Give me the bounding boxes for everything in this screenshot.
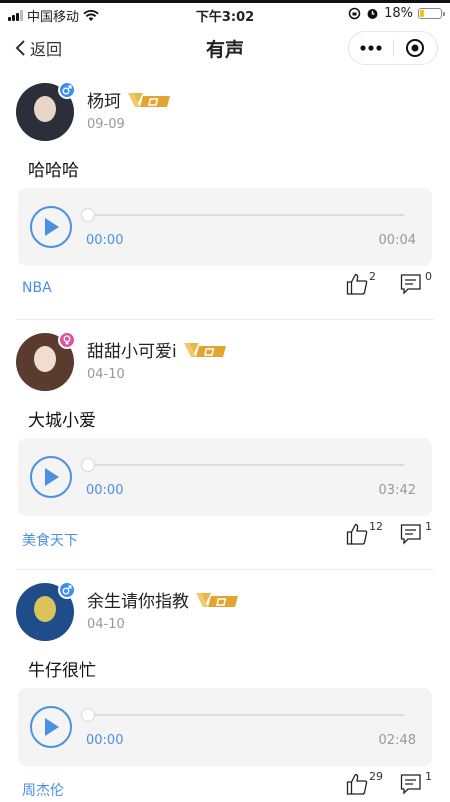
post-text: 牛仔很忙 (28, 661, 96, 681)
comment-button[interactable]: 1 (400, 770, 438, 801)
battery-percent: 18% (384, 6, 413, 21)
avatar-container[interactable] (16, 81, 76, 141)
alarm-icon (367, 9, 378, 19)
thumbs-up-icon (346, 773, 368, 795)
current-time: 00:00 (86, 733, 124, 748)
more-button[interactable] (349, 32, 393, 64)
post-date: 09-09 (87, 117, 125, 132)
username-row: 甜甜小可爱i (87, 337, 227, 362)
play-button[interactable] (30, 456, 72, 498)
play-icon (45, 218, 59, 236)
topic-tag[interactable]: NBA (22, 280, 52, 296)
like-count: 29 (369, 770, 383, 783)
audio-player: 00:00 03:42 (18, 438, 432, 516)
comment-icon (400, 774, 421, 795)
status-right: 18% (348, 6, 445, 21)
comment-count: 1 (425, 770, 432, 783)
progress-knob[interactable] (81, 708, 95, 722)
like-count: 2 (369, 270, 376, 283)
username[interactable]: 余生请你指教 (87, 587, 189, 612)
play-button[interactable] (30, 706, 72, 748)
vip-badge-icon (183, 342, 226, 357)
username-row: 杨珂 (87, 87, 171, 112)
post-item: 甜甜小可爱i 04-10 大城小爱 00:00 03:42 美食天下 12 1 (0, 320, 450, 570)
post-date: 04-10 (87, 617, 125, 632)
username-row: 余生请你指教 (87, 587, 239, 612)
duration: 02:48 (378, 733, 416, 748)
vip-badge-icon (196, 592, 238, 607)
post-date: 04-10 (87, 367, 125, 382)
play-icon (45, 468, 59, 486)
progress-knob[interactable] (81, 458, 95, 472)
current-time: 00:00 (86, 483, 124, 498)
progress-knob[interactable] (81, 208, 95, 222)
thumbs-up-icon (346, 273, 368, 295)
rotation-lock-icon (348, 7, 361, 20)
post-text: 大城小爱 (28, 411, 96, 431)
battery-icon (418, 8, 445, 19)
mini-program-capsule (348, 31, 438, 65)
avatar-container[interactable] (16, 581, 76, 641)
gender-icon (58, 331, 76, 349)
duration: 03:42 (378, 483, 416, 498)
progress-slider[interactable] (81, 458, 404, 472)
comment-icon (400, 524, 421, 545)
like-button[interactable]: 12 (346, 520, 384, 551)
post-item: 余生请你指教 04-10 牛仔很忙 00:00 02:48 周杰伦 29 1 (0, 570, 450, 802)
progress-slider[interactable] (81, 708, 404, 722)
duration: 00:04 (378, 233, 416, 248)
current-time: 00:00 (86, 233, 124, 248)
like-button[interactable]: 29 (346, 770, 384, 801)
comment-button[interactable]: 0 (400, 270, 438, 301)
audio-player: 00:00 00:04 (18, 188, 432, 266)
gender-icon (58, 81, 76, 99)
username[interactable]: 杨珂 (87, 87, 121, 112)
post-text: 哈哈哈 (28, 161, 79, 181)
comment-icon (400, 274, 421, 295)
status-bar: 中国移动 下午3:02 18% (0, 0, 450, 28)
thumbs-up-icon (346, 523, 368, 545)
audio-player: 00:00 02:48 (18, 688, 432, 766)
comment-button[interactable]: 1 (400, 520, 438, 551)
like-button[interactable]: 2 (346, 270, 384, 301)
battery-level (420, 10, 424, 17)
topic-tag[interactable]: 美食天下 (22, 530, 78, 550)
play-icon (45, 718, 59, 736)
more-dots-icon (360, 45, 382, 51)
username[interactable]: 甜甜小可爱i (87, 337, 177, 362)
vip-badge-icon (128, 92, 170, 107)
like-count: 12 (369, 520, 383, 533)
post-item: 杨珂 09-09 哈哈哈 00:00 00:04 NBA 2 0 (0, 70, 450, 320)
gender-icon (58, 581, 76, 599)
avatar-container[interactable] (16, 331, 76, 391)
nav-bar: 返回 有声 (0, 28, 450, 68)
comment-count: 1 (425, 520, 432, 533)
play-button[interactable] (30, 206, 72, 248)
topic-tag[interactable]: 周杰伦 (22, 780, 64, 800)
target-circle-icon (406, 39, 425, 57)
progress-slider[interactable] (81, 208, 404, 222)
close-mini-program-button[interactable] (394, 32, 437, 64)
comment-count: 0 (425, 270, 432, 283)
